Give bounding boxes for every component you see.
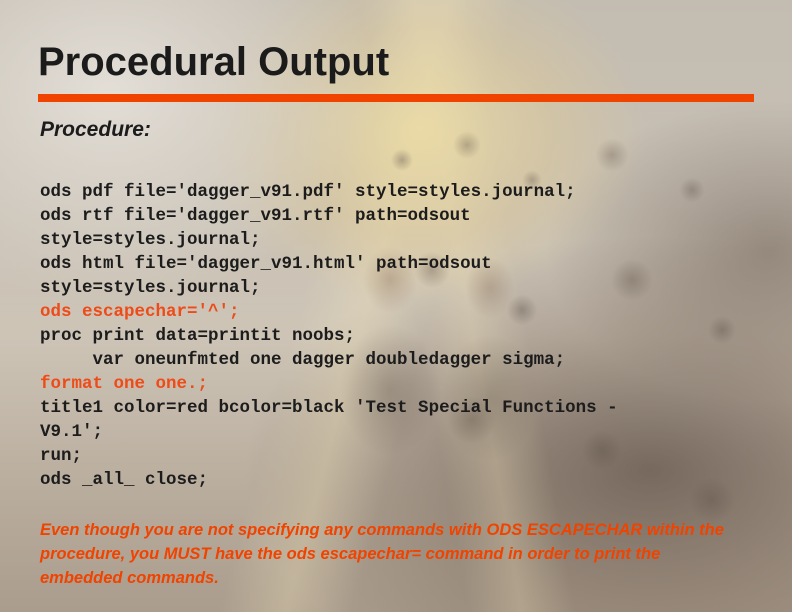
code-line: V9.1'; [40, 422, 104, 442]
code-line: title1 color=red bcolor=black 'Test Spec… [40, 398, 618, 418]
code-line: run; [40, 446, 83, 466]
code-line: ods _all_ close; [40, 470, 209, 490]
code-line: ods rtf file='dagger_v91.rtf' path=odsou… [40, 206, 471, 226]
footnote-text: Even though you are not specifying any c… [40, 521, 724, 587]
code-line: ods pdf file='dagger_v91.pdf' style=styl… [40, 182, 576, 202]
section-subheading: Procedure: [40, 118, 151, 141]
code-line: ods html file='dagger_v91.html' path=ods… [40, 254, 492, 274]
code-line: format one one.; [40, 374, 209, 394]
slide: Procedural Output Procedure: ods pdf fil… [0, 0, 792, 612]
code-line: proc print data=printit noobs; [40, 326, 356, 346]
code-line: ods escapechar='^'; [40, 302, 240, 322]
title-underline-rule [38, 94, 754, 102]
page-title: Procedural Output [38, 40, 390, 84]
code-line: style=styles.journal; [40, 230, 261, 250]
code-line: style=styles.journal; [40, 278, 261, 298]
code-line: var oneunfmted one dagger doubledagger s… [40, 350, 566, 370]
code-block: ods pdf file='dagger_v91.pdf' style=styl… [40, 180, 760, 492]
